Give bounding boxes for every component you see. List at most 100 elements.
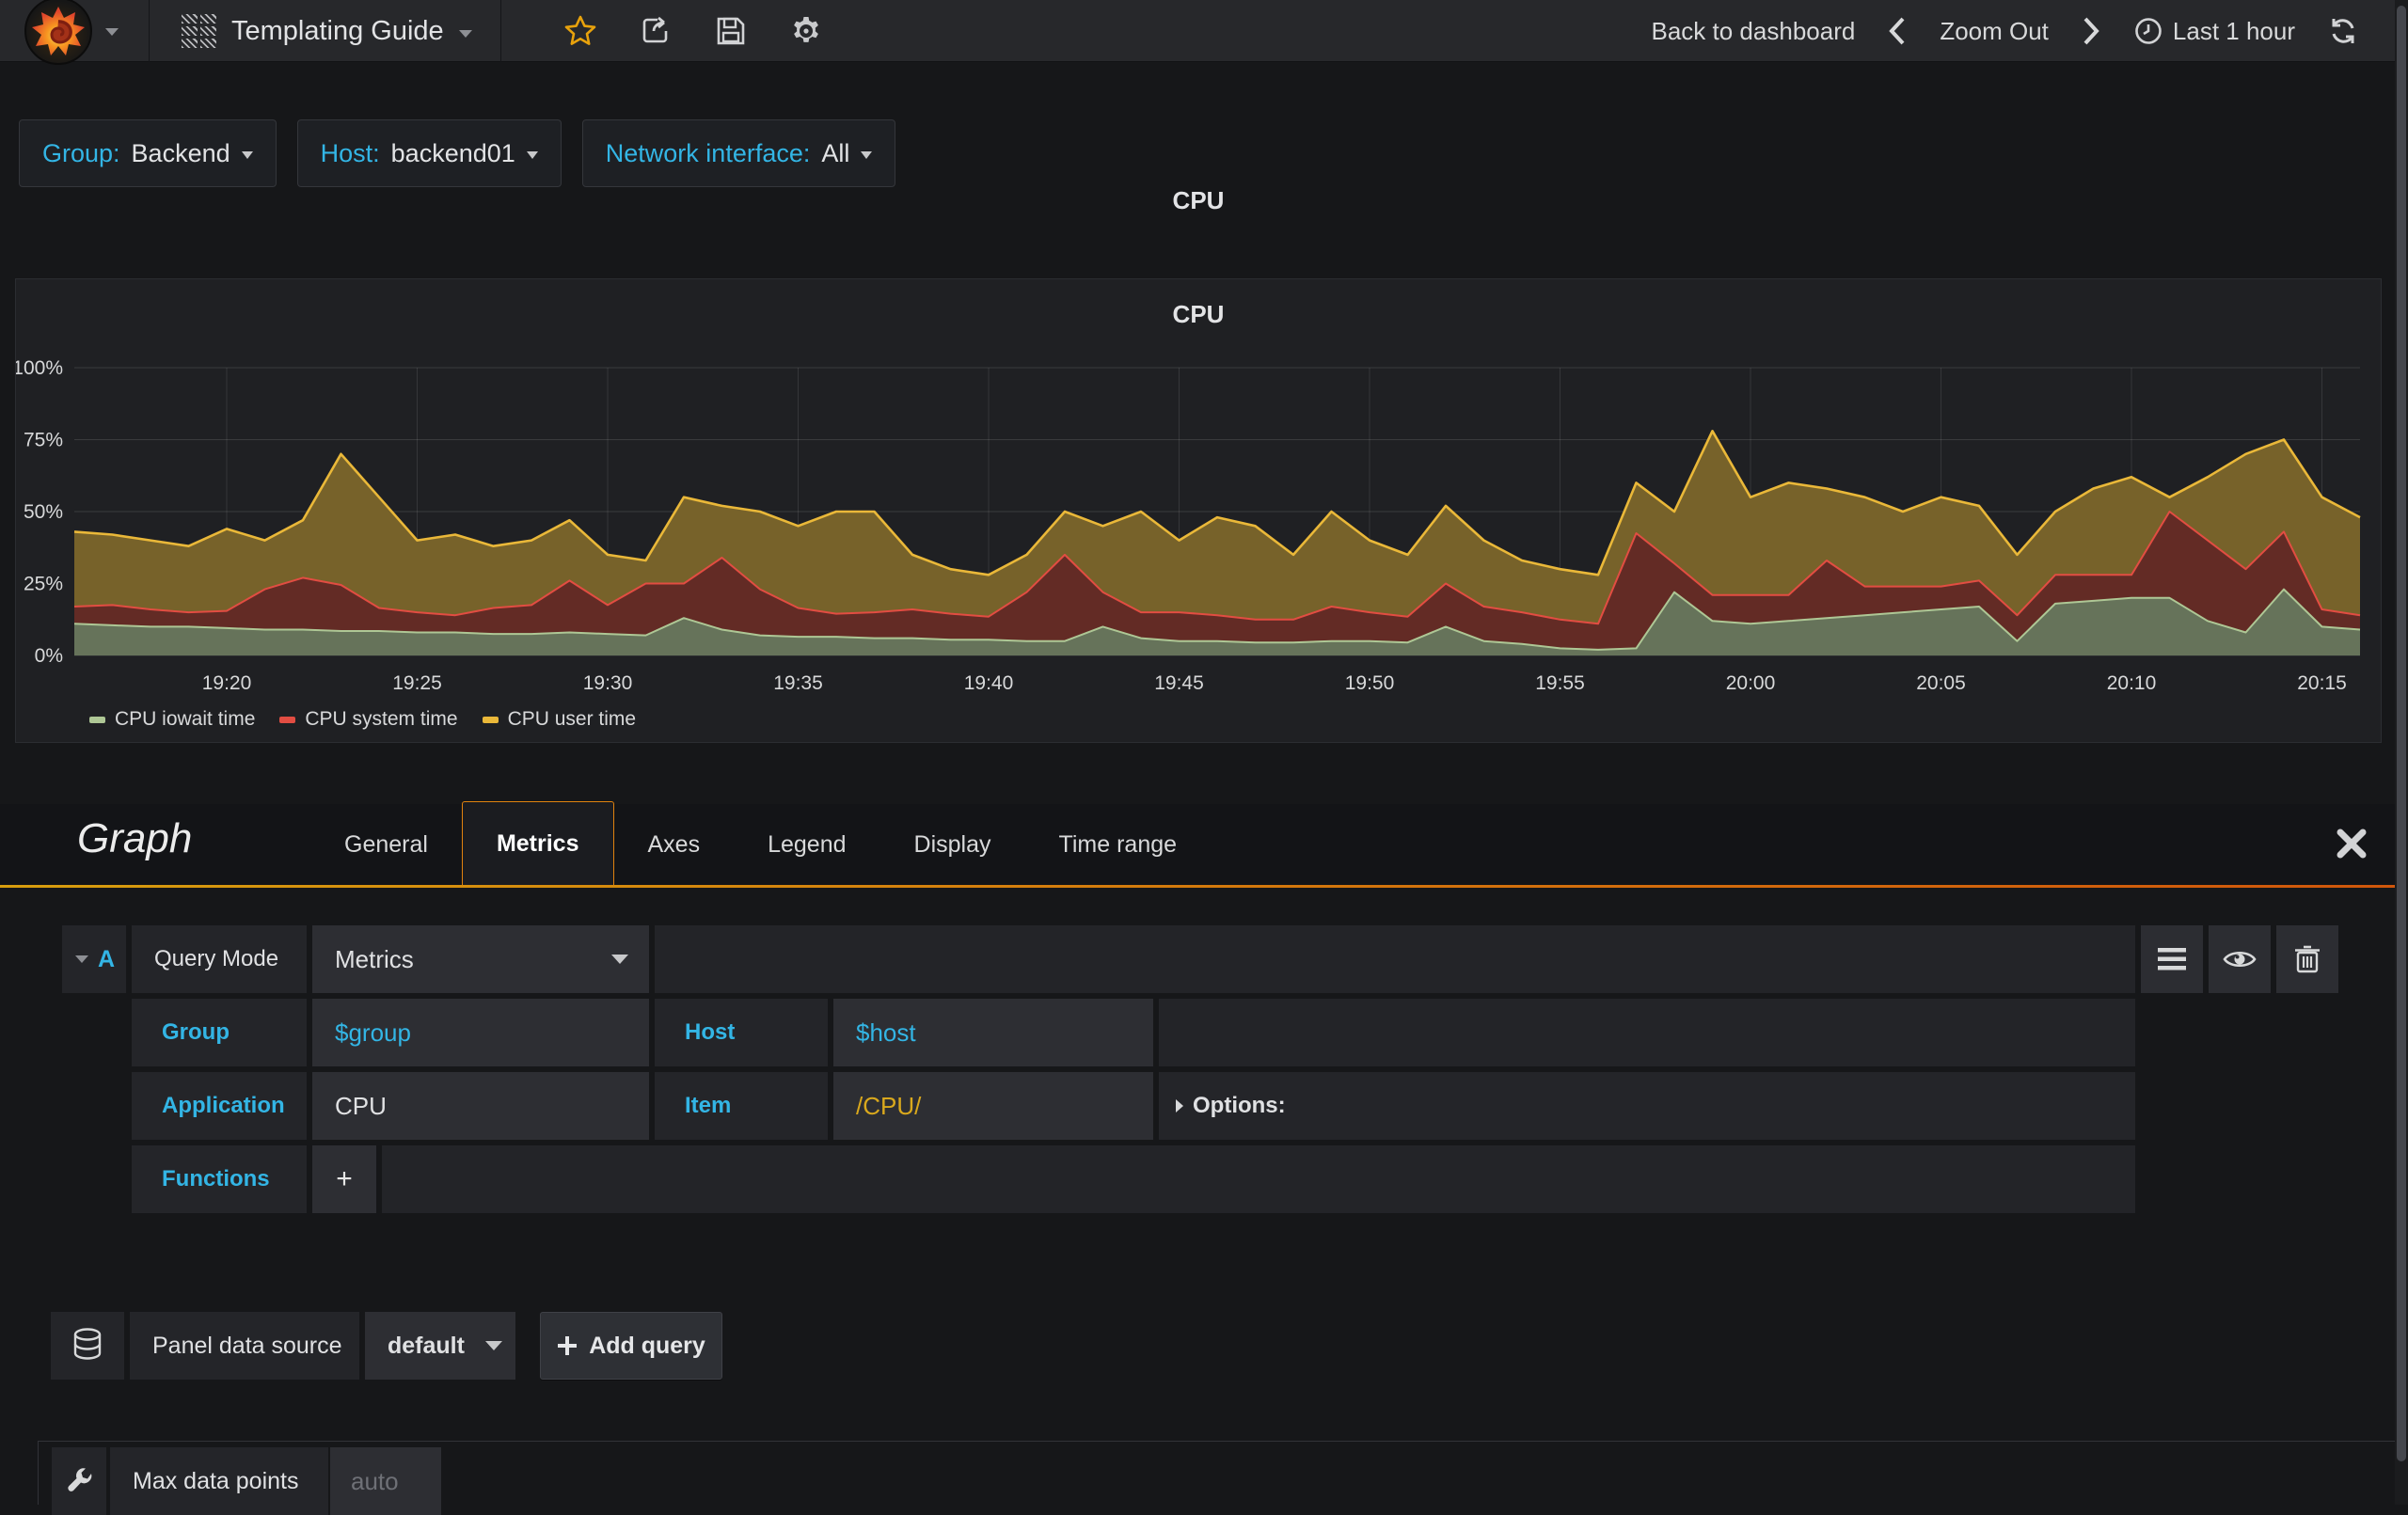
- panel-editor-header: Graph General Metrics Axes Legend Displa…: [0, 801, 2408, 885]
- save-button[interactable]: [701, 0, 761, 62]
- svg-text:50%: 50%: [24, 501, 63, 523]
- chevron-right-icon[interactable]: [2081, 15, 2101, 47]
- application-label: Application: [162, 1093, 285, 1118]
- close-editor-icon[interactable]: [2335, 827, 2368, 860]
- star-button[interactable]: [550, 0, 610, 62]
- options-label: Options:: [1193, 1093, 1286, 1118]
- legend-label-user: CPU user time: [507, 708, 637, 730]
- svg-text:19:45: 19:45: [1154, 672, 1204, 694]
- variable-group-value: Backend: [131, 138, 230, 167]
- host-label: Host: [685, 1019, 736, 1045]
- application-input[interactable]: CPU: [312, 1072, 649, 1140]
- legend-item-iowait[interactable]: CPU iowait time: [89, 708, 255, 731]
- cpu-stacked-area-chart[interactable]: 0% 25% 50% 75% 100% 19:20 19:25 19:30 19:35 19:40…: [16, 279, 2381, 742]
- svg-text:100%: 100%: [16, 357, 63, 379]
- svg-text:20:00: 20:00: [1726, 672, 1776, 694]
- max-data-points-input[interactable]: auto: [330, 1447, 441, 1515]
- svg-text:20:05: 20:05: [1916, 672, 1966, 694]
- query-mode-select[interactable]: Metrics: [312, 925, 649, 993]
- application-label-box: Application: [132, 1072, 307, 1140]
- query-collapse-button[interactable]: A: [62, 925, 126, 993]
- back-to-dashboard-button[interactable]: Back to dashboard: [1652, 17, 1856, 46]
- legend-item-user[interactable]: CPU user time: [482, 708, 637, 731]
- dashboard-title-button[interactable]: Templating Guide: [150, 0, 501, 62]
- svg-text:19:50: 19:50: [1345, 672, 1395, 694]
- max-data-points-label-box: Max data points: [110, 1447, 328, 1515]
- item-input[interactable]: /CPU/: [833, 1072, 1153, 1140]
- group-input[interactable]: $group: [312, 999, 649, 1066]
- query-mode-value: Metrics: [335, 944, 414, 973]
- caret-down-icon: [611, 955, 628, 964]
- datasource-icon-box: [51, 1312, 124, 1380]
- legend-swatch-iowait: [89, 716, 105, 723]
- query-toggle-visibility-button[interactable]: [2209, 925, 2271, 993]
- add-function-button[interactable]: +: [312, 1145, 376, 1213]
- tab-axes[interactable]: Axes: [614, 804, 735, 885]
- datasource-label: Panel data source: [152, 1332, 342, 1359]
- clock-icon: [2135, 18, 2162, 44]
- application-value: CPU: [335, 1091, 387, 1120]
- svg-text:19:30: 19:30: [583, 672, 633, 694]
- svg-text:19:35: 19:35: [773, 672, 823, 694]
- tab-time-range[interactable]: Time range: [1025, 804, 1212, 885]
- query-mode-label: Query Mode: [154, 946, 279, 971]
- query-row-filler: [382, 1145, 2135, 1213]
- grafana-menu-caret-icon: [105, 28, 119, 36]
- star-icon: [564, 15, 596, 45]
- tab-display[interactable]: Display: [880, 804, 1025, 885]
- zoom-out-button[interactable]: Zoom Out: [1940, 17, 2049, 46]
- hamburger-menu-icon: [2158, 948, 2186, 971]
- legend-swatch-system: [279, 716, 296, 723]
- legend-item-system[interactable]: CPU system time: [279, 708, 458, 731]
- tab-legend[interactable]: Legend: [734, 804, 879, 885]
- save-icon: [717, 17, 745, 45]
- grafana-menu-button[interactable]: [0, 0, 149, 65]
- variable-host-dropdown[interactable]: Host: backend01: [296, 119, 562, 187]
- host-input[interactable]: $host: [833, 999, 1153, 1066]
- datasource-select[interactable]: default: [365, 1312, 515, 1380]
- chevron-left-icon[interactable]: [1887, 15, 1908, 47]
- host-value: $host: [856, 1018, 916, 1047]
- variable-netif-label: Network interface:: [605, 138, 811, 167]
- tabs-accent-underline: [0, 885, 2408, 888]
- template-variables-row: Group: Backend Host: backend01 Network i…: [19, 119, 896, 187]
- add-query-label: Add query: [589, 1332, 705, 1359]
- query-delete-button[interactable]: [2276, 925, 2338, 993]
- query-mode-label-box: Query Mode: [132, 925, 307, 993]
- settings-button[interactable]: [776, 0, 836, 62]
- svg-text:20:10: 20:10: [2107, 672, 2157, 694]
- graph-panel: CPU 0% 25% 50% 75% 100% 19:20 19:25 19:30 19:35 1…: [15, 278, 2382, 743]
- eye-icon: [2223, 951, 2257, 968]
- query-row-filler: [655, 925, 2135, 993]
- query-menu-button[interactable]: [2141, 925, 2203, 993]
- svg-text:20:15: 20:15: [2297, 672, 2347, 694]
- variable-netif-dropdown[interactable]: Network interface: All: [581, 119, 896, 187]
- svg-text:19:40: 19:40: [964, 672, 1014, 694]
- dashboard-title-caret-icon: [458, 30, 472, 38]
- caret-down-icon: [485, 1341, 502, 1350]
- caret-down-icon: [861, 151, 873, 159]
- panel-title[interactable]: CPU: [15, 186, 2382, 220]
- wrench-icon-box: [52, 1447, 106, 1515]
- time-range-label: Last 1 hour: [2172, 16, 2295, 45]
- svg-text:0%: 0%: [35, 645, 63, 667]
- caret-down-icon: [241, 151, 253, 159]
- scrollbar-thumb[interactable]: [2397, 6, 2406, 1461]
- tab-general[interactable]: General: [310, 804, 462, 885]
- variable-host-value: backend01: [390, 138, 515, 167]
- tab-metrics[interactable]: Metrics: [461, 801, 614, 885]
- time-picker-button[interactable]: Last 1 hour: [2133, 16, 2295, 46]
- refresh-icon[interactable]: [2327, 15, 2359, 47]
- query-row-filler: [1159, 999, 2135, 1066]
- legend-label-system: CPU system time: [305, 708, 458, 730]
- item-label: Item: [685, 1093, 732, 1118]
- variable-group-dropdown[interactable]: Group: Backend: [19, 119, 277, 187]
- share-icon: [642, 16, 668, 43]
- scrollbar-track[interactable]: [2395, 0, 2408, 1505]
- share-button[interactable]: [626, 0, 686, 62]
- options-toggle[interactable]: Options:: [1159, 1072, 2135, 1140]
- gear-icon: [794, 17, 818, 42]
- group-label: Group: [162, 1019, 230, 1045]
- svg-text:19:25: 19:25: [392, 672, 442, 694]
- add-query-button[interactable]: Add query: [540, 1312, 722, 1380]
